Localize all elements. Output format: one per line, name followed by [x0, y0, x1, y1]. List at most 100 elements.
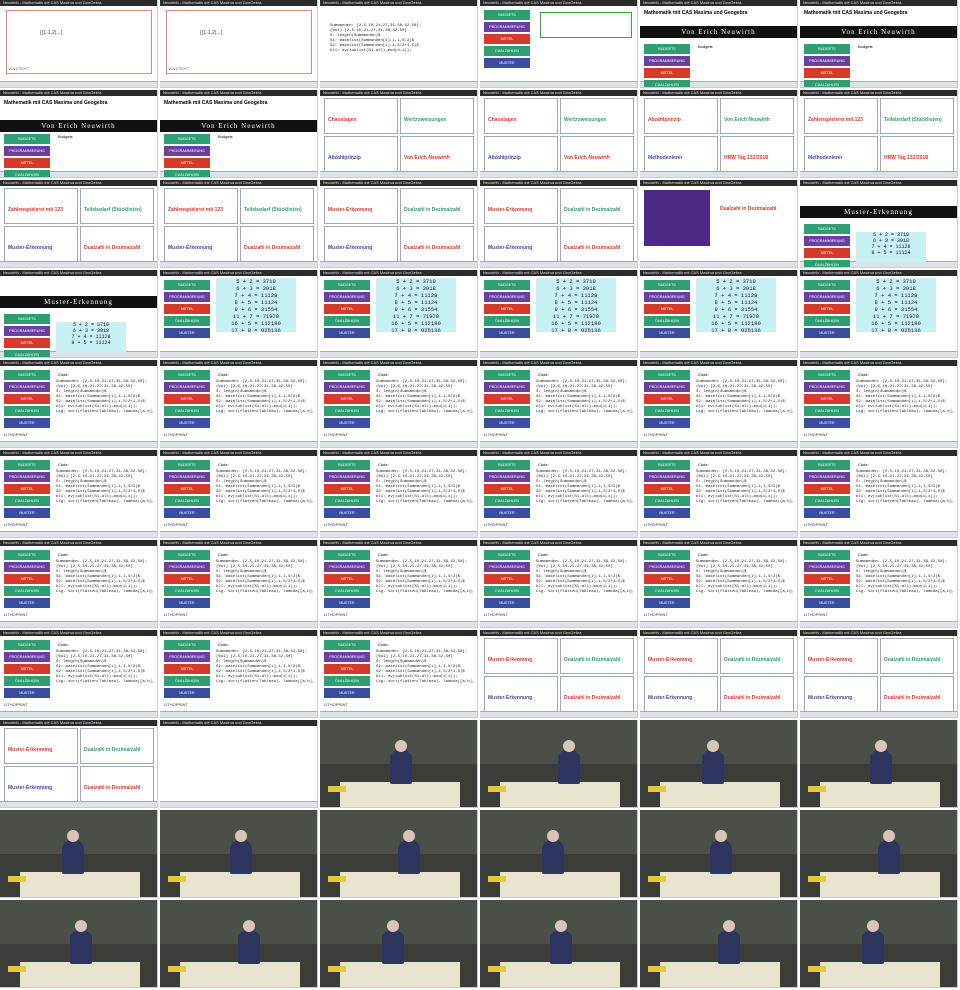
nav-button[interactable]: DUALZAHLEN [804, 586, 850, 596]
nav-button[interactable]: DUALZAHLEN [4, 406, 50, 416]
thumbnail-code[interactable]: Neuwirth - Mathematik mit CAS Maxima und… [160, 630, 318, 718]
thumbnail-video[interactable] [640, 810, 798, 898]
topic-card[interactable]: Muster-Erkennung [804, 638, 878, 674]
thumbnail-blank[interactable]: Neuwirth - Mathematik mit CAS Maxima und… [160, 720, 318, 808]
nav-button[interactable]: BUDGETS [164, 370, 210, 380]
nav-button[interactable]: MITTEL [324, 304, 370, 314]
topic-card[interactable]: Dualzahl in Dezimalzahl [880, 676, 954, 712]
nav-button[interactable]: MITTEL [4, 484, 50, 494]
nav-button[interactable]: MUSTER [324, 328, 370, 338]
topic-card[interactable]: Dualzahl in Dezimalzahl [560, 226, 634, 262]
nav-button[interactable]: BUDGETS [804, 224, 850, 234]
thumbnail-video[interactable] [320, 720, 478, 808]
topic-card[interactable]: Muster-Erkennung [484, 638, 558, 674]
nav-button[interactable]: BUDGETS [484, 550, 530, 560]
nav-button[interactable]: MITTEL [324, 394, 370, 404]
nav-button[interactable]: BUDGETS [4, 370, 50, 380]
thumbnail-cards5[interactable]: Neuwirth - Mathematik mit CAS Maxima und… [800, 630, 958, 718]
topic-card[interactable]: Methodenlerer [644, 136, 718, 172]
nav-button[interactable]: MUSTER [4, 418, 50, 428]
topic-card[interactable]: Teilebedarf (Stücklisten) [240, 188, 314, 224]
thumbnail-code[interactable]: Neuwirth - Mathematik mit CAS Maxima und… [320, 540, 478, 628]
nav-button[interactable]: DUALZAHLEN [4, 586, 50, 596]
thumbnail-title[interactable]: Neuwirth - Mathematik mit CAS Maxima und… [640, 0, 798, 88]
thumbnail-code[interactable]: Neuwirth - Mathematik mit CAS Maxima und… [480, 360, 638, 448]
thumbnail-video[interactable] [320, 810, 478, 898]
thumbnail-title2[interactable]: Neuwirth - Mathematik mit CAS Maxima und… [0, 90, 158, 178]
nav-button[interactable]: MITTEL [644, 574, 690, 584]
thumbnail-video[interactable] [160, 810, 318, 898]
nav-button[interactable]: MITTEL [324, 574, 370, 584]
nav-button[interactable]: MUSTER [164, 688, 210, 698]
thumbnail-code[interactable]: Neuwirth - Mathematik mit CAS Maxima und… [640, 540, 798, 628]
nav-button[interactable]: MUSTER [324, 688, 370, 698]
thumbnail-video[interactable] [480, 810, 638, 898]
topic-card[interactable]: Von Erich Neuwirth [560, 136, 634, 172]
nav-button[interactable]: PROGRAMMIERUNG [324, 562, 370, 572]
nav-button[interactable]: MITTEL [164, 304, 210, 314]
thumbnail-purple[interactable]: Neuwirth - Mathematik mit CAS Maxima und… [640, 180, 798, 268]
nav-button[interactable]: MITTEL [164, 664, 210, 674]
thumbnail-video[interactable] [640, 720, 798, 808]
nav-button[interactable]: PROGRAMMIERUNG [644, 472, 690, 482]
topic-card[interactable]: Dualzahl in Dezimalzahl [400, 226, 474, 262]
topic-card[interactable]: Muster-Erkennung [644, 676, 718, 712]
nav-button[interactable]: MUSTER [4, 598, 50, 608]
nav-button[interactable]: PROGRAMMIERUNG [324, 292, 370, 302]
thumbnail-code[interactable]: Neuwirth - Mathematik mit CAS Maxima und… [800, 360, 958, 448]
nav-button[interactable]: DUALZAHLEN [644, 496, 690, 506]
nav-button[interactable]: MUSTER [324, 508, 370, 518]
topic-card[interactable]: Muster-Erkennung [4, 226, 78, 262]
nav-button[interactable]: BUDGETS [4, 314, 50, 324]
nav-button[interactable]: PROGRAMMIERUNG [324, 652, 370, 662]
nav-button[interactable]: BUDGETS [484, 370, 530, 380]
thumbnail-cards4[interactable]: Neuwirth - Mathematik mit CAS Maxima und… [0, 180, 158, 268]
thumbnail-code[interactable]: Neuwirth - Mathematik mit CAS Maxima und… [800, 450, 958, 538]
nav-button[interactable]: MUSTER [484, 328, 530, 338]
nav-button[interactable]: DUALZAHLEN [4, 350, 50, 357]
nav-button[interactable]: DUALZAHLEN [164, 676, 210, 686]
nav-button[interactable]: DUALZAHLEN [804, 316, 850, 326]
nav-button[interactable]: DUALZAHLEN [4, 676, 50, 686]
nav-button[interactable]: PROGRAMMIERUNG [164, 472, 210, 482]
nav-button[interactable]: BUDGETS [324, 550, 370, 560]
thumbnail-video[interactable] [480, 900, 638, 988]
nav-button[interactable]: MITTEL [4, 574, 50, 584]
thumbnail-code[interactable]: Neuwirth - Mathematik mit CAS Maxima und… [160, 540, 318, 628]
thumbnail-cards5[interactable]: Neuwirth - Mathematik mit CAS Maxima und… [480, 630, 638, 718]
nav-button[interactable]: MUSTER [164, 598, 210, 608]
thumbnail-video[interactable] [640, 900, 798, 988]
thumbnail-code[interactable]: Neuwirth - Mathematik mit CAS Maxima und… [480, 450, 638, 538]
topic-card[interactable]: Wertzuweisungen [560, 98, 634, 134]
thumbnail-code[interactable]: Neuwirth - Mathematik mit CAS Maxima und… [0, 540, 158, 628]
nav-button[interactable]: MITTEL [484, 574, 530, 584]
nav-button[interactable]: MITTEL [164, 484, 210, 494]
topic-card[interactable]: Abzählprinzip [324, 136, 398, 172]
topic-card[interactable]: Dualzahl in Dezimalzahl [400, 188, 474, 224]
nav-button[interactable]: BUDGETS [804, 44, 850, 54]
nav-button[interactable]: DUALZAHLEN [324, 496, 370, 506]
topic-card[interactable]: Teilebedarf (Stücklisten) [80, 188, 154, 224]
nav-button[interactable]: BUDGETS [324, 370, 370, 380]
topic-card[interactable]: Muster-Erkennung [804, 676, 878, 712]
thumbnail-code[interactable]: Neuwirth - Mathematik mit CAS Maxima und… [640, 450, 798, 538]
nav-button[interactable]: MITTEL [644, 304, 690, 314]
nav-button[interactable]: MITTEL [324, 664, 370, 674]
nav-button[interactable]: MITTEL [164, 394, 210, 404]
nav-button[interactable]: DUALZAHLEN [804, 496, 850, 506]
nav-button[interactable]: DUALZAHLEN [4, 496, 50, 506]
nav-button[interactable]: BUDGETS [164, 460, 210, 470]
nav-button[interactable]: MUSTER [484, 418, 530, 428]
thumbnail-video[interactable] [0, 810, 158, 898]
nav-button[interactable]: MUSTER [164, 418, 210, 428]
nav-button[interactable]: PROGRAMMIERUNG [4, 652, 50, 662]
thumbnail-cards5[interactable]: Neuwirth - Mathematik mit CAS Maxima und… [320, 180, 478, 268]
nav-button[interactable]: DUALZAHLEN [484, 406, 530, 416]
nav-button[interactable]: MUSTER [164, 508, 210, 518]
thumbnail-code[interactable]: Neuwirth - Mathematik mit CAS Maxima und… [0, 630, 158, 718]
topic-card[interactable]: Muster-Erkennung [484, 226, 558, 262]
nav-button[interactable]: MITTEL [804, 574, 850, 584]
nav-button[interactable]: BUDGETS [804, 370, 850, 380]
thumbnail-code[interactable]: Neuwirth - Mathematik mit CAS Maxima und… [480, 540, 638, 628]
topic-card[interactable]: Dualzahl in Dezimalzahl [560, 188, 634, 224]
